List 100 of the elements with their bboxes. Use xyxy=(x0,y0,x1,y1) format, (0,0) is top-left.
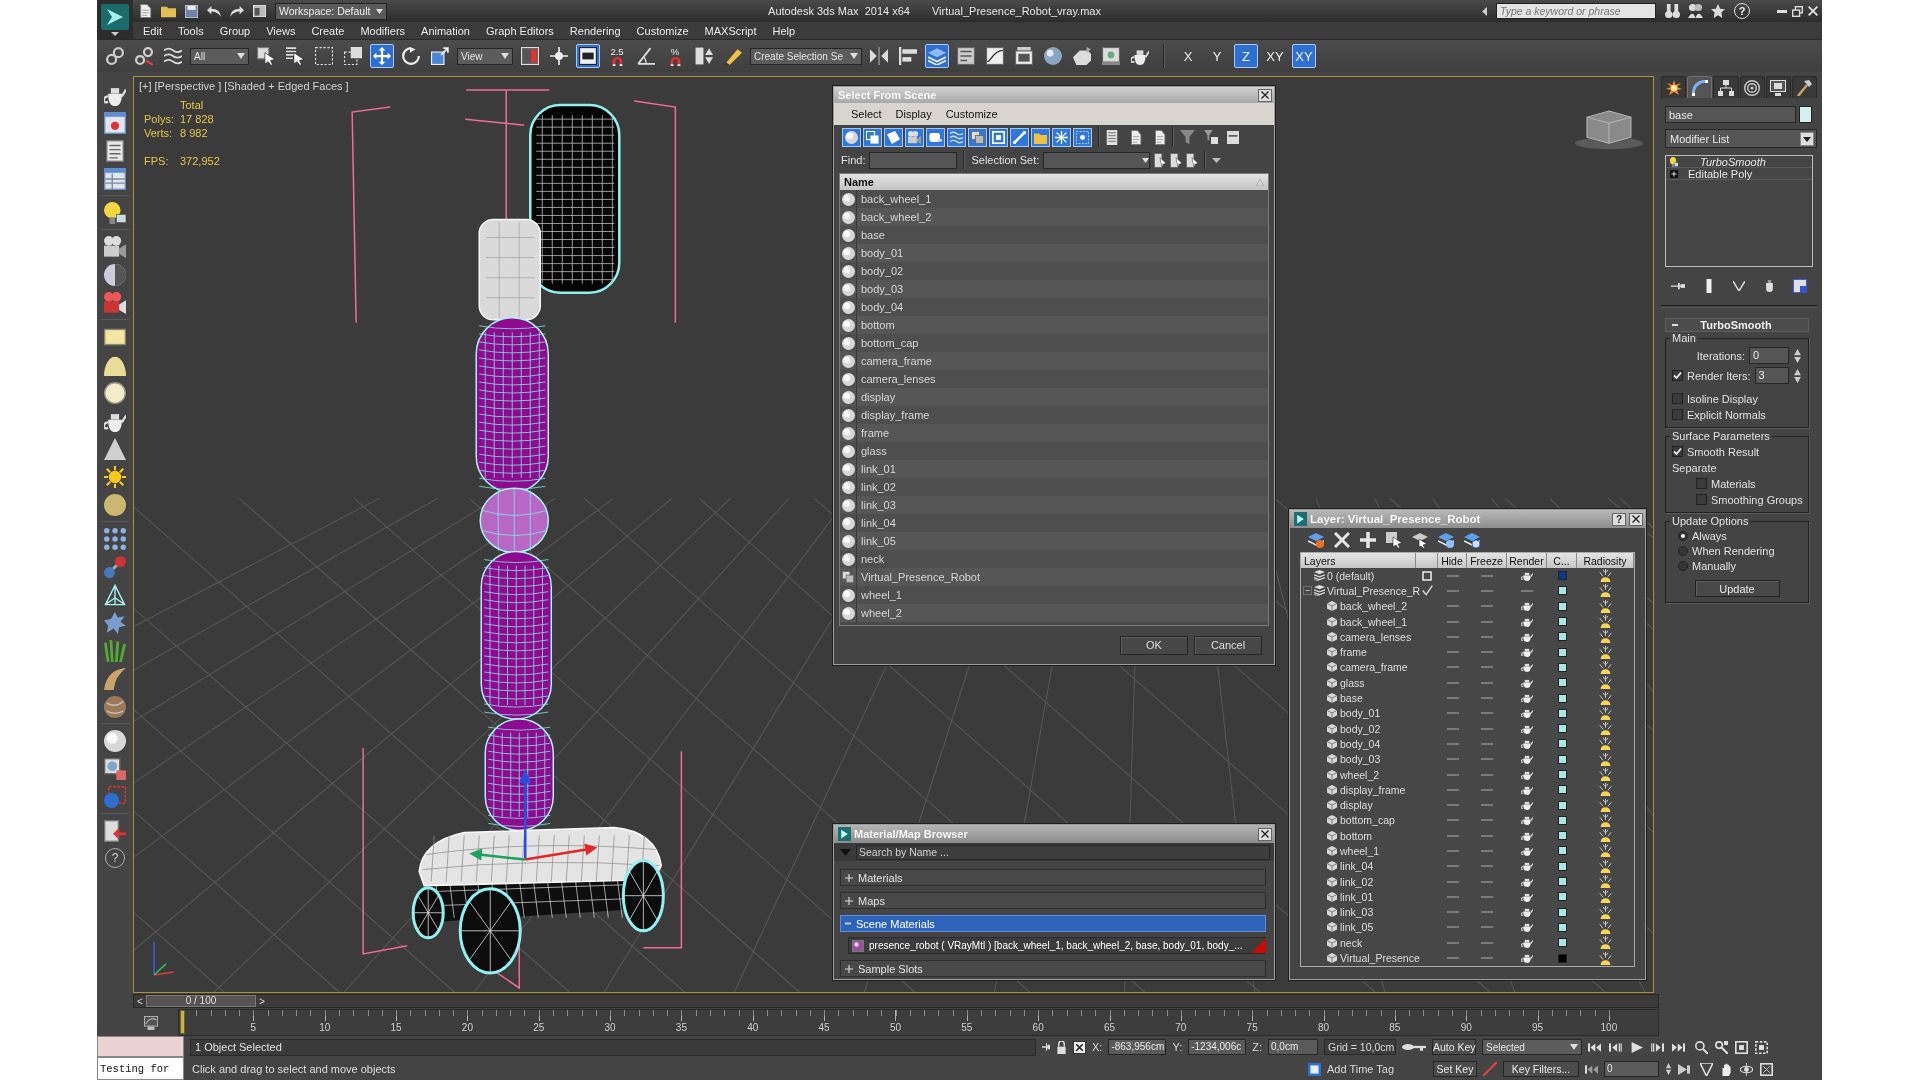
sun-rays-icon[interactable] xyxy=(1599,722,1612,736)
sun-rays-icon[interactable] xyxy=(1599,737,1612,751)
sun-rays-icon[interactable] xyxy=(1599,706,1612,720)
sun-rays-icon[interactable] xyxy=(1599,584,1612,598)
checkbox[interactable] xyxy=(1672,370,1683,381)
crossed-box-icon[interactable] xyxy=(1073,1040,1086,1054)
category-header[interactable]: Scene Materials xyxy=(840,915,1266,932)
dot-grid-icon[interactable] xyxy=(104,528,126,550)
sun-rays-icon[interactable] xyxy=(1599,599,1612,613)
panel-tab[interactable] xyxy=(1739,76,1765,98)
next-frame-button[interactable]: > xyxy=(256,995,268,1007)
number-field[interactable]: 0 xyxy=(1749,347,1789,364)
axis-constraint-button[interactable]: X xyxy=(1176,44,1200,68)
skip-back-icon[interactable] xyxy=(1585,1063,1598,1075)
lightbulb-icon[interactable] xyxy=(104,202,126,224)
sun-rays-icon[interactable] xyxy=(1599,951,1612,965)
nested-squares-icon[interactable] xyxy=(1735,1040,1748,1054)
layer-color-swatch[interactable] xyxy=(1557,739,1567,749)
toolbar-dropdown[interactable]: View xyxy=(457,47,513,65)
teapot-icon[interactable] xyxy=(1521,815,1533,826)
sun-rays-icon[interactable] xyxy=(1599,768,1612,781)
move-gizmo-icon[interactable] xyxy=(469,769,598,861)
key-filters-button[interactable]: Key Filters... xyxy=(1503,1061,1579,1077)
viewcube-icon[interactable] xyxy=(1574,110,1643,150)
toolbar-button[interactable] xyxy=(1070,44,1094,68)
time-tag-label[interactable]: Add Time Tag xyxy=(1327,1063,1427,1075)
sun-rays-icon[interactable] xyxy=(1599,798,1612,812)
corner-square-icon[interactable] xyxy=(1793,279,1808,293)
layer-name-cell[interactable]: display_frame xyxy=(1301,782,1416,798)
field-of-view-icon[interactable] xyxy=(1700,1062,1713,1076)
scene-object-row[interactable]: display xyxy=(840,388,1268,406)
teapot-icon[interactable] xyxy=(1521,953,1533,964)
skip-forward-icon[interactable] xyxy=(1678,1063,1690,1075)
close-button[interactable] xyxy=(1629,512,1643,526)
toolbar-button[interactable] xyxy=(1099,44,1123,68)
toolbar-button[interactable] xyxy=(983,44,1007,68)
document-icon[interactable] xyxy=(104,140,126,162)
toolbar-button[interactable]: % xyxy=(663,44,687,68)
toolbar-button[interactable] xyxy=(1012,44,1036,68)
zoom-all-icon[interactable] xyxy=(1715,1040,1728,1054)
table-window-icon[interactable] xyxy=(104,168,126,190)
filter-toggle[interactable] xyxy=(1073,127,1092,147)
framed-square-icon[interactable] xyxy=(1308,1062,1321,1076)
sun-rays-icon[interactable] xyxy=(1599,905,1612,919)
restore-icon[interactable] xyxy=(1792,5,1803,17)
current-frame-field[interactable]: 0 xyxy=(1604,1061,1659,1077)
scene-object-row[interactable]: link_03 xyxy=(840,496,1268,514)
toolbar-button[interactable] xyxy=(132,44,156,68)
sun-rays-icon[interactable] xyxy=(1599,829,1612,843)
teapot-icon[interactable] xyxy=(1521,570,1533,581)
timeline-ruler[interactable]: 5 10 15 20 25 30 35 40 45 50 55 60 65 70 75 80 85 90 95 100 xyxy=(178,1009,1659,1036)
toolbar-button[interactable] xyxy=(341,44,365,68)
checkbox[interactable] xyxy=(1672,393,1683,404)
column-header[interactable]: C... xyxy=(1547,553,1577,568)
set-key-button[interactable]: Set Key xyxy=(1433,1061,1477,1077)
auto-key-button[interactable]: Auto Key xyxy=(1432,1039,1476,1055)
layer-name-cell[interactable]: back_wheel_1 xyxy=(1301,613,1416,630)
sun-rays-icon[interactable] xyxy=(1599,615,1612,629)
toolbar-button[interactable] xyxy=(103,44,127,68)
teapot-icon[interactable] xyxy=(1521,754,1533,765)
panel-tab[interactable] xyxy=(1713,76,1739,98)
fork-icon[interactable] xyxy=(1733,281,1746,291)
layer-name-cell[interactable]: body_01 xyxy=(1301,705,1416,721)
shading-label[interactable]: [Shaded + Edged Faces ] xyxy=(224,80,349,92)
layer-name-cell[interactable]: camera_frame xyxy=(1301,659,1416,676)
layer-name-cell[interactable]: wheel_2 xyxy=(1301,766,1416,783)
layer-name-cell[interactable]: neck xyxy=(1301,935,1416,951)
toolbar-dropdown[interactable]: Create Selection Se xyxy=(750,47,862,65)
teapot-icon[interactable] xyxy=(1521,830,1533,841)
checkbox[interactable] xyxy=(1672,409,1683,420)
lock-icon[interactable] xyxy=(1056,1040,1067,1054)
layer-name-cell[interactable]: camera_lenses xyxy=(1301,629,1416,645)
layer-name-cell[interactable]: link_03 xyxy=(1301,904,1416,920)
z-coordinate-field[interactable]: 0,0cm xyxy=(1268,1039,1318,1055)
x-coordinate-field[interactable]: -863,956cm xyxy=(1108,1039,1167,1055)
zoom-icon[interactable] xyxy=(1695,1040,1708,1054)
name-column-header[interactable]: Name xyxy=(840,174,1268,190)
layer-name-cell[interactable]: frame xyxy=(1301,644,1416,660)
column-header[interactable]: Hide xyxy=(1438,553,1467,568)
menu-item[interactable]: Edit xyxy=(135,24,170,37)
page-icon[interactable] xyxy=(1154,129,1166,145)
teapot-icon[interactable] xyxy=(1521,769,1533,780)
pan-hand-icon[interactable] xyxy=(1720,1062,1733,1076)
scene-object-row[interactable]: Virtual_Presence_Robot xyxy=(840,568,1268,586)
scene-object-row[interactable]: link_01 xyxy=(840,460,1268,478)
layer-name-cell[interactable]: link_04 xyxy=(1301,858,1416,874)
layer-name-cell[interactable]: wheel_1 xyxy=(1301,843,1416,859)
layer-name-cell[interactable]: link_05 xyxy=(1301,919,1416,936)
sun-rays-icon[interactable] xyxy=(1599,752,1612,766)
toolbar-button[interactable] xyxy=(428,44,452,68)
bar-icon[interactable] xyxy=(1704,279,1715,293)
category-header[interactable]: Maps xyxy=(840,892,1266,909)
app-logo-icon[interactable] xyxy=(101,3,129,36)
scene-object-row[interactable]: body_04 xyxy=(840,298,1268,316)
checkmark-icon[interactable] xyxy=(1421,585,1433,597)
layer-color-swatch[interactable] xyxy=(1557,632,1567,642)
menu-item[interactable]: Tools xyxy=(169,24,212,37)
scene-object-row[interactable]: bottom_cap xyxy=(840,334,1268,352)
radio-button[interactable] xyxy=(1678,561,1688,571)
go-to-end-icon[interactable] xyxy=(1672,1041,1685,1053)
